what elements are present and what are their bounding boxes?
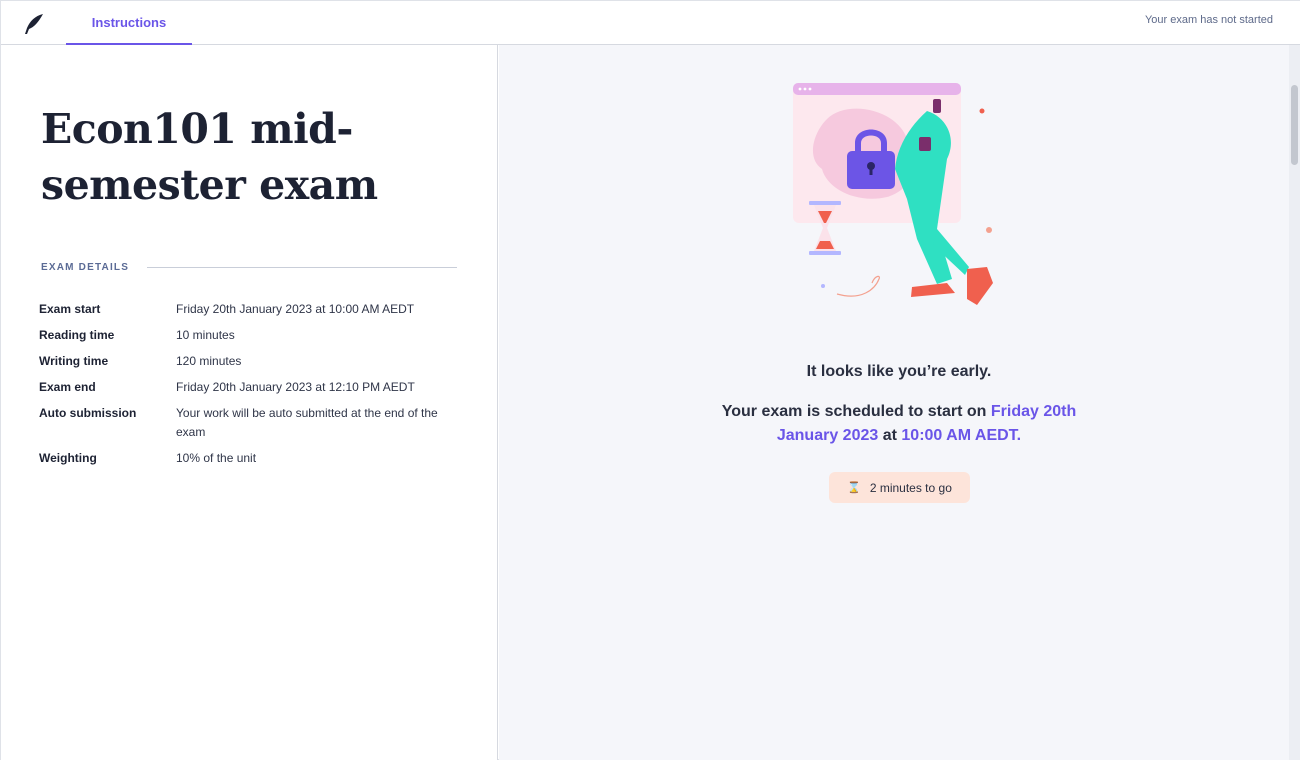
detail-row-exam-end: Exam end Friday 20th January 2023 at 12:… bbox=[39, 378, 459, 397]
exam-details-panel: Econ101 mid-semester exam EXAM DETAILS E… bbox=[1, 45, 498, 760]
tab-instructions[interactable]: Instructions bbox=[66, 1, 192, 45]
scrollbar-thumb[interactable] bbox=[1291, 85, 1298, 165]
detail-value: 10% of the unit bbox=[176, 451, 257, 465]
detail-value: 120 minutes bbox=[176, 354, 242, 368]
detail-label: Writing time bbox=[39, 354, 109, 368]
exam-status-text: Your exam has not started bbox=[1144, 14, 1273, 26]
detail-label: Reading time bbox=[39, 328, 115, 342]
hourglass-icon: ⌛ bbox=[847, 482, 861, 494]
countdown-text: 2 minutes to go bbox=[869, 480, 952, 495]
divider bbox=[147, 267, 457, 268]
notice-panel: It looks like you’re early. Your exam is… bbox=[499, 45, 1289, 760]
detail-value: Your work will be auto submitted at the … bbox=[176, 406, 438, 439]
schedule-message: Your exam is scheduled to start on Frida… bbox=[699, 400, 1099, 448]
detail-label: Auto submission bbox=[39, 406, 137, 420]
quill-icon bbox=[25, 14, 43, 34]
exam-details-heading: EXAM DETAILS bbox=[41, 262, 457, 273]
detail-row-auto-submission: Auto submission Your work will be auto s… bbox=[39, 404, 459, 442]
page-title: Econ101 mid-semester exam bbox=[41, 105, 378, 209]
locked-exam-illustration bbox=[793, 83, 993, 305]
top-bar: Instructions Your exam has not started bbox=[1, 1, 1300, 45]
early-message: It looks like you’re early. bbox=[806, 363, 992, 380]
schedule-mid: at bbox=[878, 427, 902, 444]
detail-label: Exam start bbox=[39, 302, 101, 316]
detail-row-exam-start: Exam start Friday 20th January 2023 at 1… bbox=[39, 300, 459, 319]
detail-label: Exam end bbox=[39, 380, 96, 394]
detail-row-reading-time: Reading time 10 minutes bbox=[39, 326, 459, 345]
schedule-time: 10:00 AM AEDT. bbox=[901, 427, 1022, 444]
schedule-prefix: Your exam is scheduled to start on bbox=[721, 403, 991, 420]
detail-value: 10 minutes bbox=[176, 328, 235, 342]
section-title: EXAM DETAILS bbox=[41, 262, 130, 273]
detail-label: Weighting bbox=[39, 451, 97, 465]
detail-row-weighting: Weighting 10% of the unit bbox=[39, 449, 459, 468]
detail-row-writing-time: Writing time 120 minutes bbox=[39, 352, 459, 371]
countdown-badge: ⌛ 2 minutes to go bbox=[829, 472, 970, 503]
exam-details-list: Exam start Friday 20th January 2023 at 1… bbox=[39, 300, 459, 475]
detail-value: Friday 20th January 2023 at 12:10 PM AED… bbox=[176, 380, 415, 394]
detail-value: Friday 20th January 2023 at 10:00 AM AED… bbox=[176, 302, 415, 316]
scrollbar[interactable] bbox=[1289, 45, 1300, 760]
app-window: Instructions Your exam has not started E… bbox=[0, 0, 1300, 760]
